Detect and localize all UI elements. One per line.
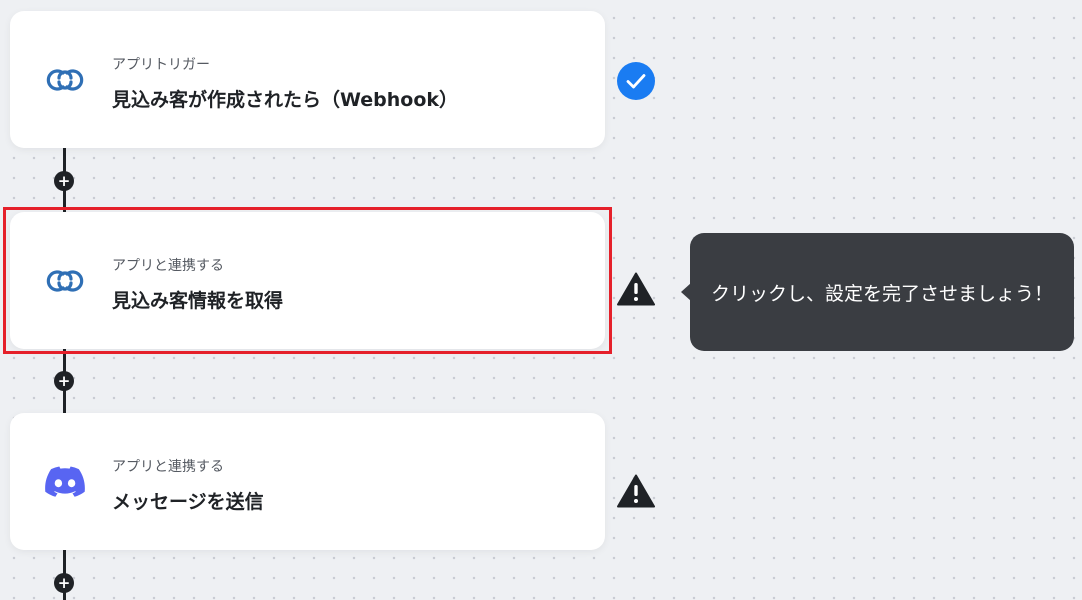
step-type-label: アプリと連携する	[112, 258, 224, 274]
flow-step-card-action[interactable]: アプリと連携する 見込み客情報を取得	[10, 212, 605, 349]
zoho-link-icon	[44, 59, 86, 101]
discord-icon	[44, 461, 86, 503]
status-warning	[616, 471, 656, 511]
status-completed	[616, 61, 656, 101]
flow-step-card-trigger[interactable]: アプリトリガー 見込み客が作成されたら（Webhook）	[10, 11, 605, 148]
tooltip-text: クリックし、設定を完了させましょう！	[710, 282, 1053, 305]
step-type-label: アプリと連携する	[112, 459, 224, 475]
add-step-button[interactable]: +	[54, 573, 74, 593]
warning-icon	[617, 272, 655, 306]
step-title: 見込み客情報を取得	[112, 290, 284, 312]
add-step-button[interactable]: +	[54, 371, 74, 391]
step-title: 見込み客が作成されたら（Webhook）	[112, 89, 459, 111]
step-type-label: アプリトリガー	[112, 57, 210, 73]
check-circle-icon	[617, 62, 655, 100]
flow-step-card-action[interactable]: アプリと連携する メッセージを送信	[10, 413, 605, 550]
status-warning	[616, 269, 656, 309]
step-title: メッセージを送信	[112, 491, 264, 513]
zoho-link-icon	[44, 260, 86, 302]
warning-icon	[617, 474, 655, 508]
guide-tooltip: クリックし、設定を完了させましょう！	[690, 233, 1074, 351]
add-step-button[interactable]: +	[54, 171, 74, 191]
